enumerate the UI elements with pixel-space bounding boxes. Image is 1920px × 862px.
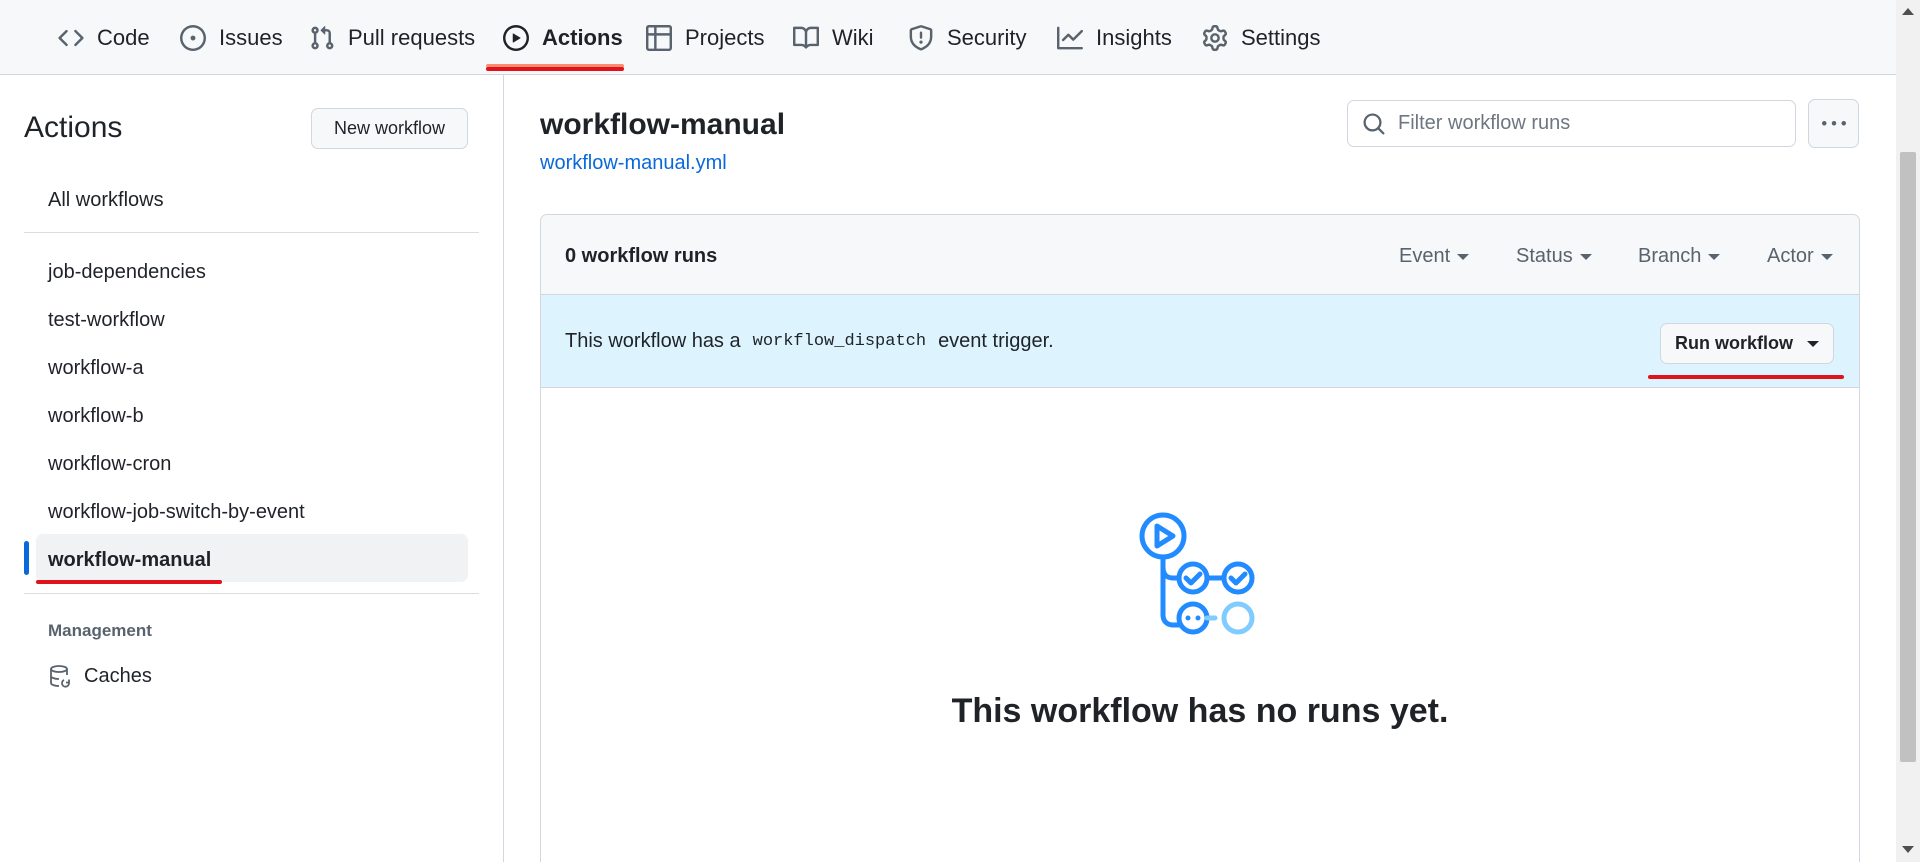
sidebar-divider <box>24 232 479 233</box>
nav-label-pull-requests: Pull requests <box>348 24 476 50</box>
nav-label-security: Security <box>947 24 1027 50</box>
nav-tab-wiki[interactable]: Wiki <box>793 0 874 75</box>
database-icon <box>48 664 72 688</box>
nav-tab-settings[interactable]: Settings <box>1202 0 1321 75</box>
gear-icon <box>1202 24 1228 51</box>
sidebar-item-workflow[interactable]: workflow-b <box>48 405 144 428</box>
actor-filter-label: Actor <box>1767 245 1814 267</box>
caret-down-icon <box>1579 253 1592 260</box>
kebab-horizontal-icon <box>1821 112 1846 136</box>
sidebar-item-workflow[interactable]: workflow-a <box>48 357 144 380</box>
sidebar-item-workflow[interactable]: test-workflow <box>48 309 165 332</box>
nav-tab-projects[interactable]: Projects <box>646 0 764 75</box>
sidebar-item-caches[interactable]: Caches <box>48 664 152 688</box>
table-icon <box>646 24 672 51</box>
sidebar-item-workflow[interactable]: workflow-cron <box>48 453 171 476</box>
run-workflow-button[interactable]: Run workflow <box>1660 323 1834 364</box>
empty-state-title: This workflow has no runs yet. <box>951 692 1449 730</box>
nav-label-code: Code <box>97 24 150 50</box>
dispatch-message: This workflow has a workflow_dispatch even… <box>565 330 1054 353</box>
event-filter-label: Event <box>1399 245 1451 267</box>
runs-header: 0 workflow runs Event Status Branch Acto… <box>541 215 1859 295</box>
sidebar-selected-indicator <box>24 541 29 575</box>
dispatch-suffix: event trigger. <box>938 330 1054 352</box>
caret-down-icon <box>1708 253 1721 260</box>
sidebar-divider <box>24 593 479 594</box>
scroll-up-arrow-icon[interactable] <box>1902 8 1914 15</box>
workflow-illustration-icon <box>1137 510 1267 640</box>
nav-label-projects: Projects <box>685 24 765 50</box>
nav-label-insights: Insights <box>1096 24 1172 50</box>
status-filter-label: Status <box>1516 245 1573 267</box>
nav-tab-code[interactable]: Code <box>58 0 150 75</box>
dispatch-prefix: This workflow has a <box>565 330 741 352</box>
workflow-runs-box: 0 workflow runs Event Status Branch Acto… <box>540 214 1860 862</box>
page-scrollbar[interactable] <box>1896 0 1920 862</box>
scrollbar-thumb[interactable] <box>1900 152 1916 762</box>
status-filter-dropdown[interactable]: Status <box>1516 245 1592 268</box>
dispatch-code: workflow_dispatch <box>752 332 927 351</box>
issue-icon <box>180 24 206 51</box>
workflow-sidebar: Actions New workflow All workflows job-d… <box>0 75 504 862</box>
nav-tab-insights[interactable]: Insights <box>1057 0 1172 75</box>
new-workflow-button[interactable]: New workflow <box>311 108 468 149</box>
sidebar-item-workflow[interactable]: workflow-job-switch-by-event <box>48 501 305 524</box>
shield-icon <box>908 24 934 51</box>
caches-label: Caches <box>84 664 152 687</box>
nav-label-settings: Settings <box>1241 24 1321 50</box>
search-icon <box>1362 112 1386 136</box>
caret-down-icon <box>1820 253 1833 260</box>
more-options-button[interactable] <box>1808 99 1859 148</box>
filter-runs-input[interactable] <box>1398 112 1778 135</box>
play-icon <box>503 24 529 51</box>
run-workflow-label: Run workflow <box>1675 333 1793 353</box>
annotation-underline-actions <box>486 67 624 71</box>
sidebar-item-all-workflows[interactable]: All workflows <box>48 189 164 212</box>
nav-label-issues: Issues <box>219 24 283 50</box>
graph-icon <box>1057 25 1083 51</box>
pull-request-icon <box>309 25 335 51</box>
actor-filter-dropdown[interactable]: Actor <box>1767 245 1833 268</box>
code-icon <box>58 25 84 51</box>
book-icon <box>793 25 819 51</box>
nav-tab-pull-requests[interactable]: Pull requests <box>309 0 475 75</box>
sidebar-title: Actions <box>24 111 123 144</box>
sidebar-item-workflow[interactable]: job-dependencies <box>48 261 206 284</box>
nav-label-actions: Actions <box>542 24 623 50</box>
workflow-file-link[interactable]: workflow-manual.yml <box>540 152 727 175</box>
branch-filter-dropdown[interactable]: Branch <box>1638 245 1721 268</box>
scroll-down-arrow-icon[interactable] <box>1902 846 1914 853</box>
runs-count: 0 workflow runs <box>565 245 718 267</box>
sidebar-heading-management: Management <box>48 621 152 640</box>
nav-label-wiki: Wiki <box>832 24 874 50</box>
annotation-underline-run-workflow <box>1648 375 1844 379</box>
workflow-title: workflow-manual <box>540 108 786 141</box>
sidebar-item-workflow-selected[interactable]: workflow-manual <box>48 549 211 572</box>
caret-down-icon <box>1457 253 1470 260</box>
nav-tab-issues[interactable]: Issues <box>180 0 283 75</box>
event-filter-dropdown[interactable]: Event <box>1399 245 1470 268</box>
nav-tab-security[interactable]: Security <box>908 0 1026 75</box>
branch-filter-label: Branch <box>1638 245 1702 267</box>
repo-nav: Code Issues Pull requests Actions Projec… <box>0 0 1896 75</box>
annotation-underline-workflow-manual <box>36 580 222 584</box>
caret-down-icon <box>1807 340 1819 347</box>
filter-runs-box <box>1347 100 1796 147</box>
